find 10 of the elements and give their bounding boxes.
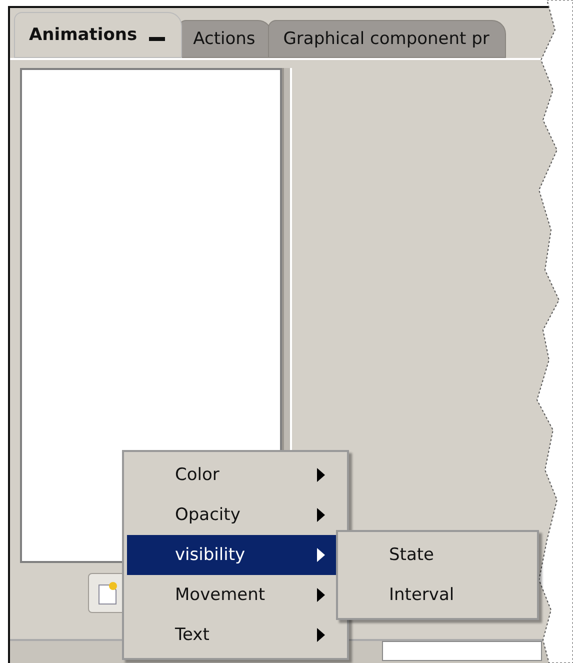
menu-item[interactable]: Text xyxy=(127,615,344,655)
menu-item[interactable]: State xyxy=(341,535,534,575)
menu-item[interactable]: Color xyxy=(127,455,344,495)
menu-item[interactable]: Opacity xyxy=(127,495,344,535)
new-document-icon xyxy=(96,580,120,606)
minimize-icon[interactable] xyxy=(149,37,166,41)
tab[interactable]: Animations xyxy=(14,12,182,58)
tab[interactable]: Graphical component pr xyxy=(268,20,506,58)
menu-item[interactable]: Interval xyxy=(341,575,534,615)
page-field[interactable] xyxy=(382,641,542,661)
